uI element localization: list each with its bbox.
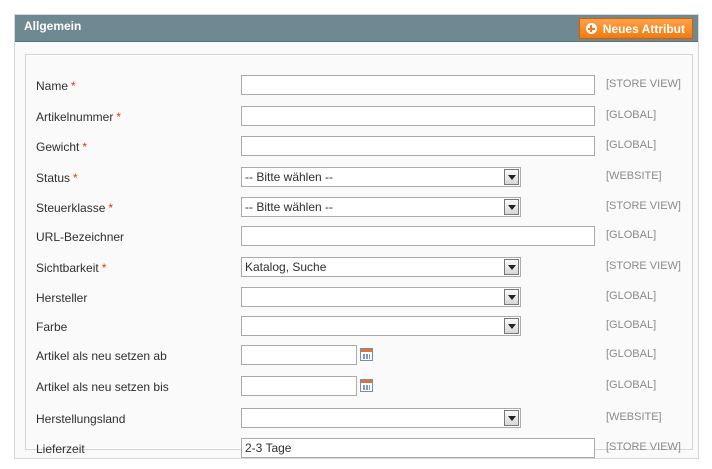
- scope-label: [GLOBAL]: [606, 109, 657, 121]
- form-row: URL-Bezeichner [GLOBAL]: [26, 226, 692, 248]
- calendar-icon[interactable]: [360, 348, 373, 361]
- field-label-text: Steuerklasse: [36, 201, 106, 215]
- chevron-down-icon[interactable]: [504, 318, 519, 334]
- field-label: Hersteller: [36, 291, 87, 305]
- field-label: Sichtbarkeit *: [36, 261, 106, 275]
- required-marker: *: [108, 201, 114, 215]
- scope-label: [GLOBAL]: [606, 319, 657, 331]
- product-general-form: Name * [STORE VIEW] Artikelnummer * [GLOBAL] G…: [25, 54, 693, 458]
- required-marker: *: [82, 140, 88, 154]
- select-field[interactable]: Katalog, Suche: [241, 257, 521, 277]
- scope-label: [WEBSITE]: [606, 170, 662, 182]
- form-row: Steuerklasse * -- Bitte wählen -- [STORE VI…: [26, 197, 692, 219]
- text-input[interactable]: [241, 438, 595, 458]
- new-attribute-label: Neues Attribut: [602, 21, 685, 36]
- required-marker: *: [116, 110, 122, 124]
- attribute-group-panel: Allgemein Neues Attribut Name * [STORE VIE…: [14, 14, 699, 459]
- form-row: Gewicht * [GLOBAL]: [26, 136, 692, 158]
- form-row: Sichtbarkeit * Katalog, Suche [STORE VIEW]: [26, 257, 692, 279]
- text-input[interactable]: [241, 226, 595, 246]
- text-input[interactable]: [241, 136, 595, 156]
- form-row: Lieferzeit [STORE VIEW]: [26, 438, 692, 460]
- field-label: Farbe: [36, 320, 67, 334]
- field-label-text: Name: [36, 79, 69, 93]
- required-marker: *: [73, 171, 78, 185]
- field-label-text: Hersteller: [36, 291, 88, 305]
- select-field[interactable]: [241, 316, 521, 336]
- scope-label: [GLOBAL]: [606, 348, 657, 360]
- field-label-text: Lieferzeit: [36, 442, 85, 456]
- field-label-text: Status: [36, 171, 71, 185]
- field-label-text: Sichtbarkeit: [36, 261, 99, 275]
- field-label-text: Artikel als neu setzen bis: [36, 380, 169, 394]
- date-input[interactable]: [241, 345, 357, 365]
- scope-label: [GLOBAL]: [606, 229, 657, 241]
- field-label: Steuerklasse *: [36, 201, 113, 215]
- field-label: Status *: [36, 171, 78, 185]
- scope-label: [STORE VIEW]: [606, 78, 681, 90]
- field-label: Lieferzeit: [36, 442, 85, 456]
- select-field[interactable]: -- Bitte wählen --: [241, 167, 521, 187]
- panel-title: Allgemein: [24, 19, 82, 33]
- field-label-text: Farbe: [36, 320, 68, 334]
- panel-header: Allgemein Neues Attribut: [15, 15, 698, 42]
- chevron-down-icon[interactable]: [504, 199, 519, 215]
- field-label: Artikelnummer *: [36, 110, 121, 124]
- plus-circle-icon: [585, 23, 597, 34]
- select-field[interactable]: [241, 408, 521, 428]
- form-row: Artikel als neu setzen bis [GLOBAL]: [26, 376, 692, 398]
- scope-label: [GLOBAL]: [606, 379, 657, 391]
- field-label: URL-Bezeichner: [36, 230, 124, 244]
- calendar-icon[interactable]: [360, 379, 373, 392]
- chevron-down-icon[interactable]: [504, 169, 519, 185]
- scope-label: [GLOBAL]: [606, 290, 657, 302]
- date-input[interactable]: [241, 376, 357, 396]
- field-label: Name *: [36, 79, 76, 93]
- chevron-down-icon[interactable]: [504, 410, 519, 426]
- select-value: -- Bitte wählen --: [245, 200, 334, 214]
- field-label-text: Artikel als neu setzen ab: [36, 349, 167, 363]
- form-row: Status * -- Bitte wählen -- [WEBSITE]: [26, 167, 692, 189]
- form-row: Artikel als neu setzen ab [GLOBAL]: [26, 345, 692, 367]
- required-marker: *: [71, 79, 76, 93]
- field-label: Artikel als neu setzen bis: [36, 380, 169, 394]
- form-row: Artikelnummer * [GLOBAL]: [26, 106, 692, 128]
- field-label: Artikel als neu setzen ab: [36, 349, 167, 363]
- field-label: Gewicht *: [36, 140, 87, 154]
- field-label-text: Gewicht: [36, 140, 80, 154]
- scope-label: [STORE VIEW]: [606, 441, 681, 453]
- field-label-text: URL-Bezeichner: [36, 230, 125, 244]
- form-row: Herstellungsland [WEBSITE]: [26, 408, 692, 430]
- chevron-down-icon[interactable]: [504, 259, 519, 275]
- scope-label: [STORE VIEW]: [606, 200, 681, 212]
- field-label-text: Herstellungsland: [36, 412, 126, 426]
- scope-label: [STORE VIEW]: [606, 260, 681, 272]
- select-field[interactable]: [241, 287, 521, 307]
- required-marker: *: [101, 261, 107, 275]
- text-input[interactable]: [241, 75, 595, 95]
- field-label: Herstellungsland: [36, 412, 125, 426]
- select-value: Katalog, Suche: [245, 260, 327, 274]
- text-input[interactable]: [241, 106, 595, 126]
- scope-label: [WEBSITE]: [606, 411, 662, 423]
- form-row: Farbe [GLOBAL]: [26, 316, 692, 338]
- chevron-down-icon[interactable]: [504, 289, 519, 305]
- select-field[interactable]: -- Bitte wählen --: [241, 197, 521, 217]
- select-value: -- Bitte wählen --: [245, 170, 334, 184]
- new-attribute-button[interactable]: Neues Attribut: [578, 18, 693, 39]
- form-row: Name * [STORE VIEW]: [26, 75, 692, 97]
- field-label-text: Artikelnummer: [36, 110, 114, 124]
- scope-label: [GLOBAL]: [606, 139, 657, 151]
- form-row: Hersteller [GLOBAL]: [26, 287, 692, 309]
